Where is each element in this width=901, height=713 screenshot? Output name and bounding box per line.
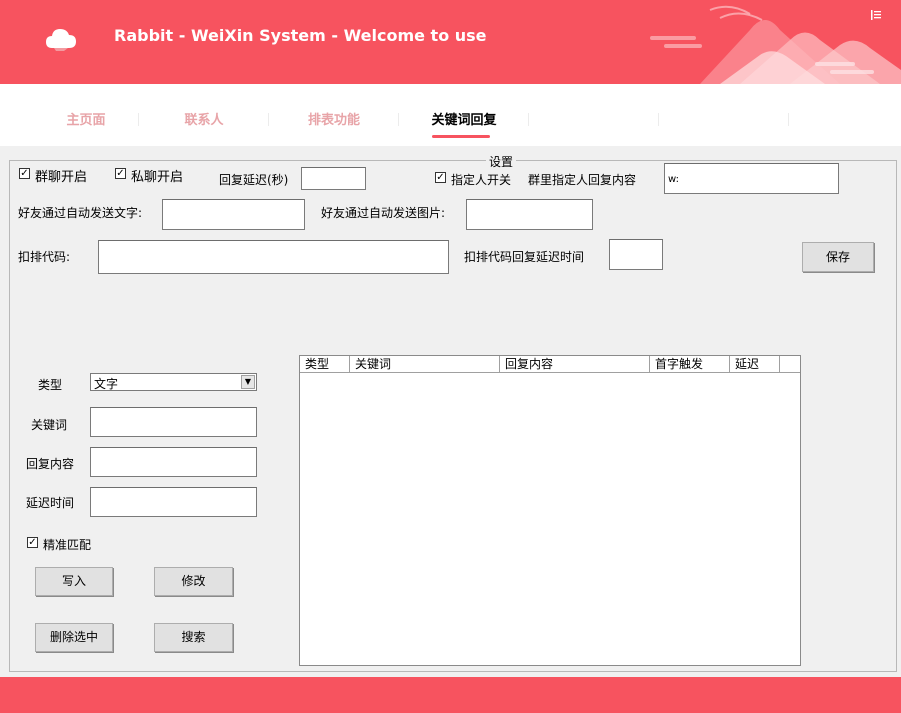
check-icon: ✓ xyxy=(28,537,37,548)
tab-schedule[interactable]: 排表功能 xyxy=(274,109,394,128)
cloud-icon xyxy=(46,29,76,51)
type-label: 类型 xyxy=(38,378,63,392)
designated-reply-input[interactable]: w: xyxy=(664,163,839,194)
friend-image-label: 好友通过自动发送图片: xyxy=(321,206,446,220)
write-button[interactable]: 写入 xyxy=(35,567,113,596)
main-nav: 主页面 联系人 排表功能 关键词回复 xyxy=(0,84,901,146)
modify-button[interactable]: 修改 xyxy=(154,567,233,596)
nav-separator xyxy=(528,113,529,126)
nav-separator xyxy=(658,113,659,126)
reply-delay-label: 回复延迟(秒) xyxy=(219,173,289,187)
chevron-down-icon[interactable]: ▼ xyxy=(241,375,255,389)
modify-button-label: 修改 xyxy=(181,574,206,588)
designated-switch-label: 指定人开关 xyxy=(451,173,512,187)
friend-text-input[interactable] xyxy=(162,199,305,230)
tab-home[interactable]: 主页面 xyxy=(26,109,146,128)
reply-content-label: 回复内容 xyxy=(26,457,75,471)
nav-separator xyxy=(268,113,269,126)
keyword-label: 关键词 xyxy=(31,418,68,432)
mountains-decoration xyxy=(650,5,901,84)
window-edge xyxy=(897,146,901,677)
column-header-first-char[interactable]: 首字触发 xyxy=(650,356,730,372)
friend-text-label: 好友通过自动发送文字: xyxy=(18,206,143,220)
column-header-type[interactable]: 类型 xyxy=(300,356,350,372)
search-button-label: 搜索 xyxy=(181,630,206,644)
tab-contacts[interactable]: 联系人 xyxy=(144,109,264,128)
kick-delay-input[interactable] xyxy=(609,239,663,270)
app-header: Rabbit - WeiXin System - Welcome to use xyxy=(0,0,901,84)
delete-selected-button[interactable]: 删除选中 xyxy=(35,623,113,652)
kick-code-label: 扣排代码: xyxy=(18,250,71,264)
keyword-input[interactable] xyxy=(90,407,257,437)
settings-legend: 设置 xyxy=(486,153,517,170)
save-button[interactable]: 保存 xyxy=(802,242,874,272)
exact-match-checkbox[interactable]: ✓ xyxy=(27,537,38,548)
nav-separator xyxy=(788,113,789,126)
type-select[interactable]: 文字 ▼ xyxy=(90,373,257,391)
active-tab-indicator xyxy=(432,135,490,138)
private-chat-label: 私聊开启 xyxy=(131,170,184,185)
friend-image-input[interactable] xyxy=(466,199,593,230)
designated-reply-label: 群里指定人回复内容 xyxy=(528,173,637,187)
nav-separator xyxy=(138,113,139,126)
delete-selected-button-label: 删除选中 xyxy=(49,630,98,644)
write-button-label: 写入 xyxy=(61,574,86,588)
list-menu-glyph xyxy=(871,10,881,20)
group-chat-checkbox[interactable]: ✓ xyxy=(19,168,30,179)
check-icon: ✓ xyxy=(116,168,125,179)
keyword-list[interactable]: 类型 关键词 回复内容 首字触发 延迟 xyxy=(299,355,801,666)
save-button-label: 保存 xyxy=(825,250,850,264)
column-header-delay[interactable]: 延迟 xyxy=(730,356,780,372)
exact-match-label: 精准匹配 xyxy=(43,538,92,552)
column-header-reply[interactable]: 回复内容 xyxy=(500,356,650,372)
nav-separator xyxy=(398,113,399,126)
delay-time-label: 延迟时间 xyxy=(26,496,75,510)
tab-keyword-reply[interactable]: 关键词回复 xyxy=(404,109,524,128)
app-footer xyxy=(0,677,901,713)
search-button[interactable]: 搜索 xyxy=(154,623,233,652)
type-select-value: 文字 xyxy=(94,377,119,391)
kick-delay-label: 扣排代码回复延迟时间 xyxy=(464,250,585,264)
designated-switch-checkbox[interactable]: ✓ xyxy=(435,172,446,183)
kick-code-input[interactable] xyxy=(98,240,449,274)
check-icon: ✓ xyxy=(436,172,445,183)
app-title: Rabbit - WeiXin System - Welcome to use xyxy=(114,26,487,45)
group-chat-label: 群聊开启 xyxy=(35,170,88,185)
delay-time-input[interactable] xyxy=(90,487,257,517)
check-icon: ✓ xyxy=(20,168,29,179)
column-header-keyword[interactable]: 关键词 xyxy=(350,356,500,372)
private-chat-checkbox[interactable]: ✓ xyxy=(115,168,126,179)
reply-content-input[interactable] xyxy=(90,447,257,477)
list-header: 类型 关键词 回复内容 首字触发 延迟 xyxy=(300,356,800,373)
reply-delay-input[interactable] xyxy=(301,167,366,190)
list-menu-icon[interactable] xyxy=(869,8,883,22)
